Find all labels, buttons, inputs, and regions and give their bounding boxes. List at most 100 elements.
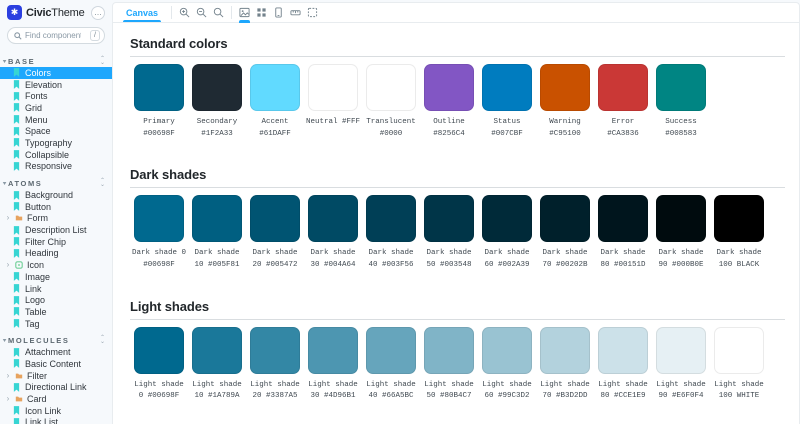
sidebar-item-link[interactable]: Link [0,283,112,295]
sidebar-item-link-list[interactable]: Link List [0,417,112,424]
story-icon [13,296,21,305]
sidebar-item-form[interactable]: ›Form [0,213,112,225]
section-header-atoms[interactable]: ▾ATOMS⌃⌄ [0,177,112,189]
section-header-molecules[interactable]: ▾MOLECULES⌃⌄ [0,334,112,346]
sidebar-item-table[interactable]: Table [0,306,112,318]
tab-canvas[interactable]: Canvas [117,3,167,22]
expand-all-icon[interactable]: ⌃⌄ [100,179,105,187]
color-swatch [308,195,358,242]
sidebar-item-logo[interactable]: Logo [0,294,112,306]
sidebar-item-attachment[interactable]: Attachment [0,346,112,358]
sidebar-item-label: Heading [25,248,59,258]
color-swatch [192,327,242,374]
story-icon [13,138,21,147]
outline-icon [307,7,318,18]
section-header-base[interactable]: ▾BASE⌃⌄ [0,55,112,67]
color-swatch [656,327,706,374]
color-swatch [250,195,300,242]
story-icon [13,319,21,328]
sidebar-item-heading[interactable]: Heading [0,248,112,260]
sidebar-item-label: Typography [25,138,72,148]
color-swatch [656,64,706,111]
sidebar-item-grid[interactable]: Grid [0,102,112,114]
sidebar-item-label: Basic Content [25,359,81,369]
sidebar-item-image[interactable]: Image [0,271,112,283]
color-swatch [598,195,648,242]
color-section-light-shades: Light shadesLight shade 0 #00698FLight s… [130,299,785,403]
search-box[interactable]: / [7,27,105,44]
swatch-item: Secondary #1F2A33 [188,64,246,140]
story-icon [13,418,21,424]
color-swatch [714,195,764,242]
search-input[interactable] [25,31,81,40]
color-swatch [540,327,590,374]
background-icon [239,7,250,18]
sidebar-item-typography[interactable]: Typography [0,137,112,149]
sidebar-item-collapsible[interactable]: Collapsible [0,149,112,161]
sidebar-item-filter-chip[interactable]: Filter Chip [0,236,112,248]
canvas-content: Standard colorsPrimary #00698FSecondary … [113,23,799,424]
sidebar-item-basic-content[interactable]: Basic Content [0,358,112,370]
section-rule [130,56,785,57]
sidebar-item-space[interactable]: Space [0,125,112,137]
sidebar-menu-button[interactable]: … [91,6,105,20]
outline-button[interactable] [304,3,321,23]
background-button[interactable] [236,3,253,23]
zoom-out-button[interactable] [193,3,210,23]
swatch-item: Light shade 40 #66A5BC [362,327,420,403]
story-icon [13,359,21,368]
swatch-label: Dark shade 20 #005472 [246,248,304,271]
sidebar-item-icon[interactable]: ›Icon [0,259,112,271]
expand-all-icon[interactable]: ⌃⌄ [100,336,105,344]
sidebar-item-background[interactable]: Background [0,189,112,201]
sidebar-item-colors[interactable]: Colors [0,67,112,79]
sidebar-item-elevation[interactable]: Elevation [0,79,112,91]
sidebar-item-description-list[interactable]: Description List [0,224,112,236]
swatch-item: Dark shade 50 #003548 [420,195,478,271]
swatch-label: Status #007CBF [478,117,536,140]
measure-button[interactable] [287,3,304,23]
viewport-button[interactable] [270,3,287,23]
color-swatch [250,327,300,374]
sidebar: ✱ CivicTheme … / ▾BASE⌃⌄ColorsElevationF… [0,0,112,424]
sidebar-item-label: Menu [25,115,48,125]
color-swatch [134,195,184,242]
zoom-in-button[interactable] [176,3,193,23]
sidebar-item-label: Image [25,272,50,282]
brand-title[interactable]: CivicTheme [26,7,85,19]
swatch-item: Dark shade 10 #005F81 [188,195,246,271]
sidebar-item-label: Filter [27,371,47,381]
sidebar-item-label: Tag [25,319,40,329]
preview-card: Canvas Standard colorsPrimary #00698FSec… [112,2,800,424]
swatch-label: Light shade 0 #00698F [130,380,188,403]
color-swatch [598,327,648,374]
section-label: BASE [8,57,35,66]
sidebar-item-fonts[interactable]: Fonts [0,90,112,102]
sidebar-item-card[interactable]: ›Card [0,393,112,405]
sidebar-item-button[interactable]: Button [0,201,112,213]
sidebar-item-icon-link[interactable]: Icon Link [0,405,112,417]
color-swatch [134,64,184,111]
expand-all-icon[interactable]: ⌃⌄ [100,57,105,65]
swatch-label: Dark shade 60 #002A39 [478,248,536,271]
active-tool-underline [239,20,250,23]
sidebar-item-filter[interactable]: ›Filter [0,370,112,382]
color-swatch [656,195,706,242]
brand-title-light: Theme [51,7,84,19]
sidebar-item-tag[interactable]: Tag [0,318,112,330]
swatch-label: Light shade 90 #E6F0F4 [652,380,710,403]
toolbar: Canvas [113,3,799,23]
sidebar-item-directional-link[interactable]: Directional Link [0,382,112,394]
swatch-label: Success #008583 [652,117,710,140]
zoom-reset-button[interactable] [210,3,227,23]
sidebar-item-label: Table [25,307,47,317]
sidebar-item-label: Description List [25,225,87,235]
color-swatch [482,327,532,374]
sidebar-item-menu[interactable]: Menu [0,114,112,126]
swatch-label: Dark shade 80 #00151D [594,248,652,271]
grid-button[interactable] [253,3,270,23]
section-caret-icon: ▾ [3,337,7,344]
sidebar-item-responsive[interactable]: Responsive [0,161,112,173]
sidebar-item-label: Collapsible [25,150,69,160]
swatch-label: Light shade 40 #66A5BC [362,380,420,403]
